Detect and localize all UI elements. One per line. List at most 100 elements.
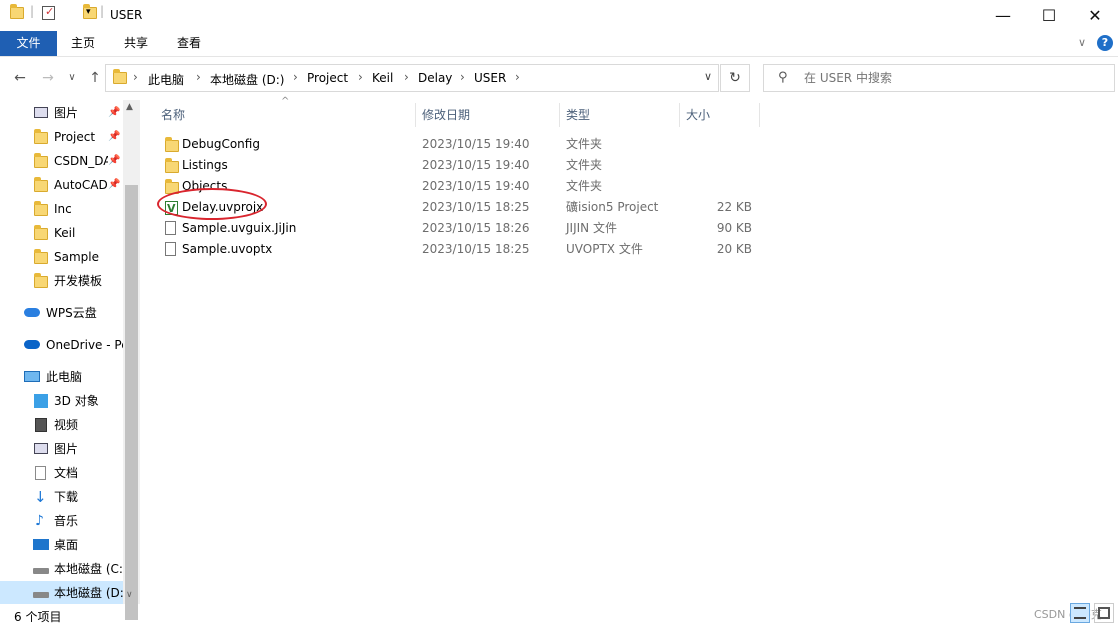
- sidebar-item-label: 桌面: [54, 538, 79, 552]
- sidebar-item-desktop[interactable]: 桌面: [0, 534, 123, 556]
- refresh-button[interactable]: ↻: [720, 64, 750, 92]
- sidebar-item-this-pc[interactable]: 此电脑: [0, 366, 123, 388]
- file-row[interactable]: DebugConfig 2023/10/15 19:40 文件夹: [155, 134, 760, 155]
- back-arrow-icon: ←: [14, 70, 26, 86]
- drive-icon: [33, 592, 49, 598]
- maximize-icon: ☐: [1041, 6, 1057, 25]
- large-icons-view-button[interactable]: [1094, 603, 1114, 623]
- properties-icon[interactable]: ✓: [42, 5, 55, 20]
- back-button[interactable]: ←: [10, 64, 30, 92]
- sidebar-item-downloads[interactable]: ↓ 下载: [0, 486, 123, 508]
- column-divider[interactable]: [559, 103, 560, 127]
- close-button[interactable]: ✕: [1072, 0, 1118, 31]
- sidebar-item-documents[interactable]: 文档: [0, 462, 123, 484]
- address-dropdown-icon[interactable]: ∨: [704, 70, 712, 83]
- file-row[interactable]: Sample.uvoptx 2023/10/15 18:25 UVOPTX 文件…: [155, 239, 760, 260]
- column-header-size[interactable]: 大小: [686, 103, 710, 127]
- scrollbar-thumb[interactable]: [125, 185, 138, 620]
- window-title: USER: [110, 8, 143, 22]
- sidebar-item-dev-template[interactable]: 开发模板: [0, 270, 123, 292]
- cloud-icon: [24, 340, 40, 349]
- maximize-button[interactable]: ☐: [1026, 0, 1072, 31]
- sidebar-item-drive-d[interactable]: 本地磁盘 (D:: [0, 581, 124, 604]
- up-button[interactable]: ↑: [86, 64, 104, 92]
- music-icon: ♪: [35, 513, 44, 529]
- help-icon[interactable]: ?: [1097, 35, 1113, 51]
- sidebar-item-csdn[interactable]: CSDN_DA 📌: [0, 150, 123, 172]
- chevron-down-icon: ∨: [68, 72, 76, 83]
- scroll-up-icon[interactable]: ▲: [126, 102, 133, 112]
- file-date: 2023/10/15 19:40: [422, 179, 530, 193]
- sidebar-item-label: OneDrive - Pe: [46, 338, 129, 352]
- sidebar-scrollbar[interactable]: ▲ ∨: [123, 100, 140, 620]
- refresh-icon: ↻: [729, 70, 741, 86]
- file-date: 2023/10/15 18:25: [422, 242, 530, 256]
- column-header-date[interactable]: 修改日期: [422, 103, 470, 127]
- column-header-name[interactable]: 名称: [161, 103, 185, 127]
- tab-home[interactable]: 主页: [63, 31, 103, 56]
- sidebar-item-inc[interactable]: Inc: [0, 198, 123, 220]
- sidebar-item-videos[interactable]: 视频: [0, 414, 123, 436]
- minimize-button[interactable]: —: [980, 0, 1026, 31]
- column-divider[interactable]: [759, 103, 760, 127]
- column-divider[interactable]: [415, 103, 416, 127]
- sidebar-item-label: 下载: [54, 490, 79, 504]
- sidebar-item-pictures[interactable]: 图片: [0, 438, 123, 460]
- file-type: 文件夹: [566, 158, 603, 172]
- tab-share[interactable]: 共享: [116, 31, 156, 56]
- file-type: 礦ision5 Project: [566, 200, 659, 214]
- sidebar-item-label: Project: [54, 130, 96, 144]
- scroll-down-icon[interactable]: ∨: [126, 590, 133, 600]
- folder-icon: [34, 273, 48, 288]
- computer-icon: [24, 371, 40, 382]
- tab-view[interactable]: 查看: [169, 31, 209, 56]
- sidebar-item-label: Sample: [54, 250, 99, 264]
- breadcrumb-this-pc[interactable]: 此电脑: [148, 71, 184, 88]
- search-input[interactable]: [804, 65, 1104, 91]
- breadcrumb-keil[interactable]: Keil: [372, 71, 393, 85]
- tab-file[interactable]: 文件: [0, 31, 57, 56]
- sidebar-item-label: CSDN_DA: [54, 154, 108, 168]
- forward-button[interactable]: →: [38, 64, 58, 92]
- sidebar-item-label: Keil: [54, 226, 76, 240]
- breadcrumb-delay[interactable]: Delay: [418, 71, 452, 85]
- pin-icon: 📌: [108, 155, 121, 166]
- sidebar-item-wps-cloud[interactable]: WPS云盘: [0, 302, 123, 324]
- up-arrow-icon: ↑: [89, 70, 101, 86]
- download-icon: ↓: [34, 488, 47, 506]
- recent-locations-button[interactable]: ∨: [64, 64, 80, 92]
- breadcrumb-drive-d[interactable]: 本地磁盘 (D:): [210, 71, 284, 88]
- pin-icon: 📌: [108, 107, 121, 118]
- folder-icon: [34, 225, 48, 240]
- file-row[interactable]: Listings 2023/10/15 19:40 文件夹: [155, 155, 760, 176]
- sidebar-item-onedrive[interactable]: OneDrive - Pe: [0, 334, 129, 356]
- expand-ribbon-icon[interactable]: ∨: [1078, 36, 1086, 49]
- column-header-type[interactable]: 类型: [566, 103, 590, 127]
- sidebar-item-sample[interactable]: Sample: [0, 246, 123, 268]
- column-divider[interactable]: [679, 103, 680, 127]
- file-row[interactable]: Sample.uvguix.JiJin 2023/10/15 18:26 JIJ…: [155, 218, 760, 239]
- breadcrumb-user[interactable]: USER: [474, 71, 506, 85]
- address-bar[interactable]: › 此电脑 › 本地磁盘 (D:) › Project › Keil › Del…: [105, 64, 719, 92]
- sidebar-item-autocad[interactable]: AutoCAD 📌: [0, 174, 123, 196]
- folder-icon: [10, 4, 24, 19]
- sidebar-item-keil[interactable]: Keil: [0, 222, 123, 244]
- file-date: 2023/10/15 19:40: [422, 137, 530, 151]
- breadcrumb-project[interactable]: Project: [307, 71, 348, 85]
- sidebar-item-music[interactable]: ♪ 音乐: [0, 510, 123, 532]
- folder-icon: [113, 69, 127, 84]
- folder-icon: [34, 153, 48, 168]
- search-box[interactable]: ⚲: [763, 64, 1115, 92]
- sidebar-item-pictures-quick[interactable]: 图片 📌: [0, 102, 123, 124]
- customize-toolbar-icon[interactable]: ▾: [86, 7, 91, 17]
- sidebar-item-drive-c[interactable]: 本地磁盘 (C:: [0, 558, 123, 580]
- file-icon: [165, 242, 176, 256]
- divider: |: [100, 4, 105, 18]
- chevron-right-icon: ›: [196, 70, 201, 84]
- file-name: Sample.uvguix.JiJin: [182, 221, 297, 235]
- details-view-button[interactable]: [1070, 603, 1090, 623]
- folder-icon: [165, 158, 179, 173]
- folder-icon: [165, 137, 179, 152]
- sidebar-item-project[interactable]: Project 📌: [0, 126, 123, 148]
- sidebar-item-3d-objects[interactable]: 3D 对象: [0, 390, 123, 412]
